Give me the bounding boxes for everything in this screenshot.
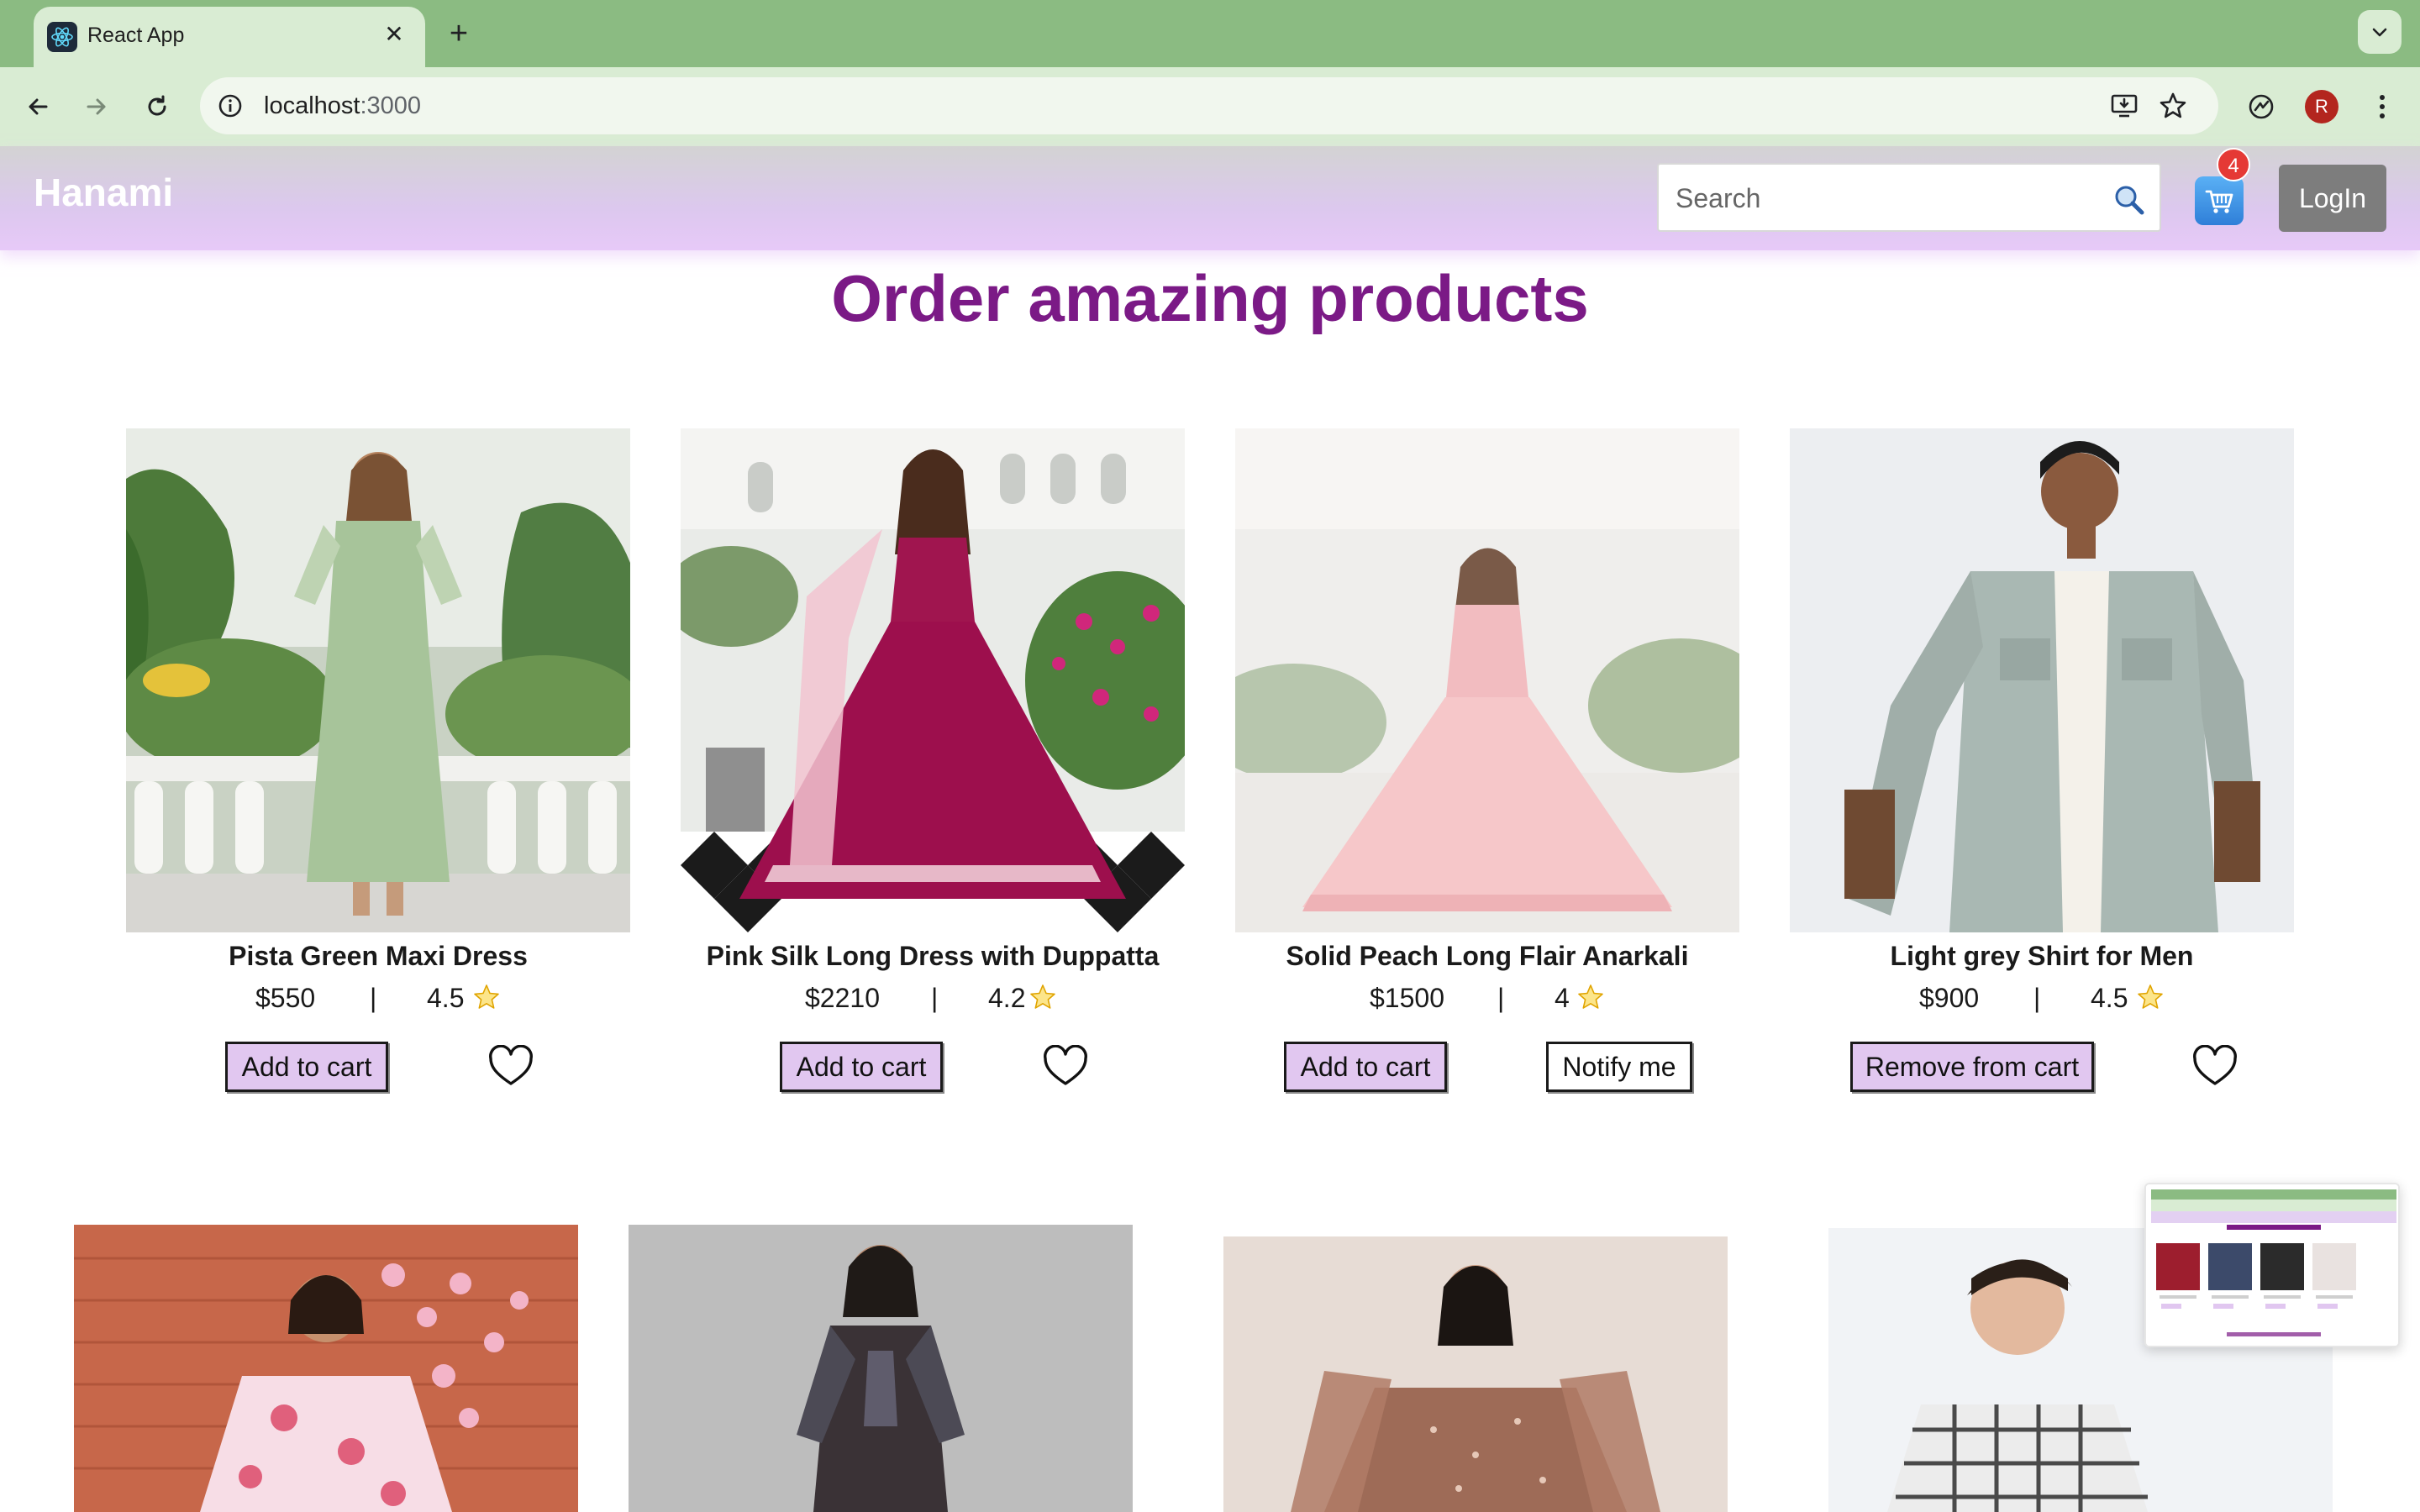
heart-icon[interactable] <box>2191 1045 2238 1089</box>
product-rating: 4.2 <box>988 983 1026 1013</box>
browser-toolbar: localhost:3000 R <box>0 67 2420 146</box>
react-icon <box>47 22 77 52</box>
product-card: Solid Peach Long Flair Anarkali $1500 | … <box>1235 428 1739 1100</box>
search-input[interactable] <box>1676 180 2096 217</box>
search-icon[interactable] <box>2112 183 2146 217</box>
cart-count-badge: 4 <box>2217 148 2250 181</box>
star-icon <box>2138 984 2163 1009</box>
product-rating: 4.5 <box>2091 983 2128 1013</box>
product-price: $550 <box>255 983 316 1013</box>
add-to-cart-button[interactable]: Add to cart <box>780 1042 943 1092</box>
price-rating-row: $1500 | 4 <box>1235 983 1739 1016</box>
site-info-icon[interactable] <box>215 91 245 121</box>
product-rating: 4.5 <box>427 983 465 1013</box>
product-image[interactable] <box>74 1225 578 1512</box>
product-image[interactable] <box>1790 428 2294 932</box>
browser-tab-bar: React App ✕ + <box>0 0 2420 67</box>
forward-icon[interactable] <box>76 86 118 128</box>
star-icon <box>1030 984 1055 1009</box>
notify-me-button[interactable]: Notify me <box>1546 1042 1692 1092</box>
product-image[interactable] <box>126 428 630 932</box>
product-price: $2210 <box>805 983 880 1013</box>
product-rating: 4 <box>1555 983 1570 1013</box>
close-tab-icon[interactable]: ✕ <box>378 18 410 50</box>
menu-kebab-icon[interactable] <box>2361 86 2403 128</box>
profile-initial: R <box>2305 90 2338 123</box>
product-name: Solid Peach Long Flair Anarkali <box>1286 941 1689 971</box>
product-card: Pista Green Maxi Dress $550 | 4.5 Add to… <box>126 428 630 1100</box>
product-name: Light grey Shirt for Men <box>1890 941 2194 971</box>
reload-icon[interactable] <box>136 86 178 128</box>
search-box[interactable] <box>1657 163 2161 232</box>
app-header: Hanami LogIn <box>0 146 2420 250</box>
screenshot-preview[interactable] <box>2144 1183 2400 1347</box>
product-price: $1500 <box>1370 983 1444 1013</box>
separator: | <box>1497 983 1505 1013</box>
price-rating-row: $2210 | 4.2 <box>681 983 1185 1016</box>
page-title: Order amazing products <box>831 261 1589 335</box>
add-to-cart-button[interactable]: Add to cart <box>1284 1042 1447 1092</box>
product-image[interactable] <box>681 428 1185 932</box>
chevron-down-icon <box>2372 28 2387 37</box>
price-rating-row: $550 | 4.5 <box>126 983 630 1016</box>
product-image[interactable] <box>1235 428 1739 932</box>
url-text: localhost:3000 <box>264 92 422 119</box>
profile-avatar[interactable]: R <box>2301 86 2343 128</box>
cart-icon[interactable] <box>2195 176 2244 225</box>
add-to-cart-button[interactable]: Add to cart <box>225 1042 388 1092</box>
bookmark-star-icon[interactable] <box>2156 89 2190 123</box>
price-rating-row: $900 | 4.5 <box>1790 983 2294 1016</box>
product-card: Light grey Shirt for Men $900 | 4.5 Remo… <box>1790 428 2294 1100</box>
login-button[interactable]: LogIn <box>2279 165 2386 232</box>
product-image[interactable] <box>1223 1236 1728 1512</box>
install-app-icon[interactable] <box>2107 89 2141 123</box>
extension-icon[interactable] <box>2240 86 2282 128</box>
back-icon[interactable] <box>17 86 59 128</box>
product-name: Pink Silk Long Dress with Duppatta <box>706 941 1160 971</box>
browser-tab[interactable]: React App ✕ <box>34 7 425 67</box>
separator: | <box>2033 983 2041 1013</box>
star-icon <box>1578 984 1603 1009</box>
product-image[interactable] <box>629 1225 1133 1512</box>
brand-logo[interactable]: Hanami <box>34 170 173 215</box>
tab-title: React App <box>87 24 185 47</box>
new-tab-icon[interactable]: + <box>440 15 477 52</box>
tab-search-button[interactable] <box>2358 10 2402 54</box>
heart-icon[interactable] <box>487 1045 534 1089</box>
product-name: Pista Green Maxi Dress <box>229 941 528 971</box>
product-card: Pink Silk Long Dress with Duppatta $2210… <box>681 428 1185 1100</box>
product-price: $900 <box>1919 983 1980 1013</box>
separator: | <box>931 983 939 1013</box>
remove-from-cart-button[interactable]: Remove from cart <box>1850 1042 2094 1092</box>
heart-icon[interactable] <box>1042 1045 1089 1089</box>
address-bar[interactable]: localhost:3000 <box>200 77 2218 134</box>
separator: | <box>370 983 377 1013</box>
star-icon <box>474 984 499 1009</box>
